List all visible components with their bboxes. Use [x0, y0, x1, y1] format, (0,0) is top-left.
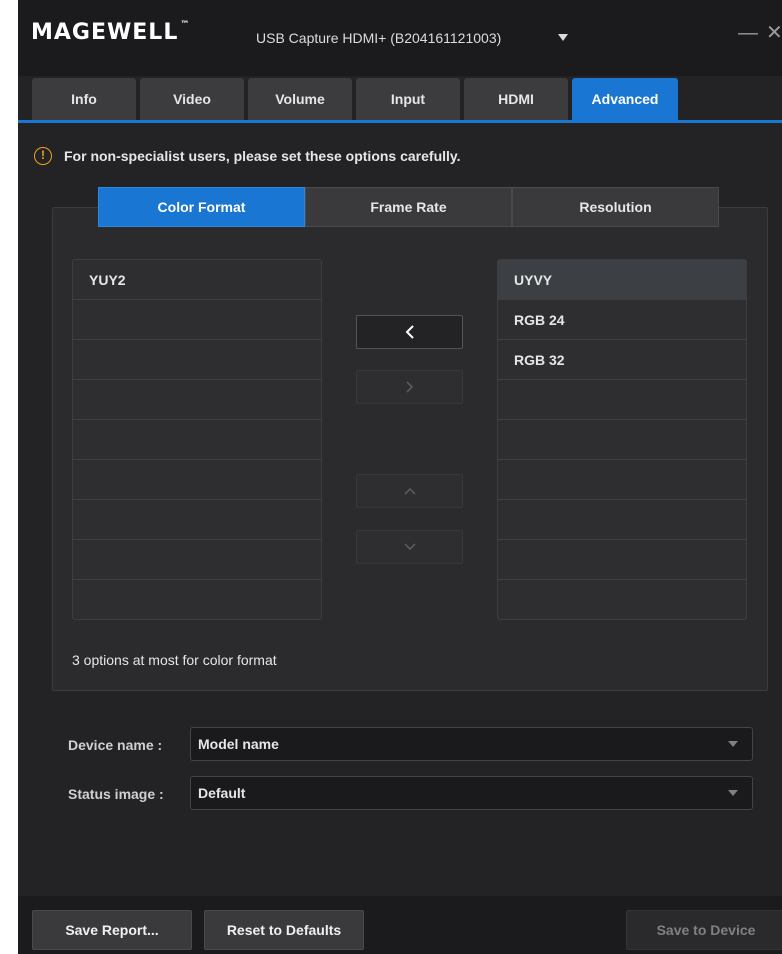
tab-info[interactable]: Info: [32, 78, 136, 120]
device-name-label: Device name :: [68, 737, 163, 753]
save-to-device-button[interactable]: Save to Device: [626, 910, 782, 950]
list-item[interactable]: [498, 420, 746, 460]
option-subtabs: Color Format Frame Rate Resolution: [98, 187, 719, 227]
available-formats-list: YUY2: [72, 259, 322, 620]
close-icon[interactable]: ✕: [766, 20, 782, 45]
list-item[interactable]: RGB 24: [498, 300, 746, 340]
device-selector-label[interactable]: USB Capture HDMI+ (B204161121003): [256, 30, 501, 46]
move-down-button[interactable]: [356, 530, 463, 564]
subtab-frame-rate[interactable]: Frame Rate: [305, 187, 512, 227]
device-name-value: Model name: [198, 736, 279, 752]
list-item[interactable]: [73, 420, 321, 460]
list-item[interactable]: RGB 32: [498, 340, 746, 380]
list-item[interactable]: YUY2: [73, 260, 321, 300]
tab-hdmi[interactable]: HDMI: [464, 78, 568, 120]
reset-defaults-button[interactable]: Reset to Defaults: [204, 910, 364, 950]
list-item[interactable]: [73, 500, 321, 540]
chevron-down-icon: [728, 790, 738, 796]
list-item[interactable]: [73, 340, 321, 380]
minimize-icon[interactable]: —: [738, 22, 758, 45]
move-up-button[interactable]: [356, 474, 463, 508]
list-item[interactable]: [498, 460, 746, 500]
list-item[interactable]: [73, 380, 321, 420]
chevron-right-icon: [405, 381, 413, 393]
subtab-color-format[interactable]: Color Format: [98, 187, 305, 227]
selected-formats-list: UYVY RGB 24 RGB 32: [497, 259, 747, 620]
list-item[interactable]: [498, 580, 746, 619]
status-image-label: Status image :: [68, 786, 164, 802]
format-limit-hint: 3 options at most for color format: [72, 652, 277, 668]
list-item[interactable]: [498, 500, 746, 540]
warning-icon: !: [34, 147, 52, 165]
save-report-button[interactable]: Save Report...: [32, 910, 192, 950]
warning-text: For non-specialist users, please set the…: [64, 148, 461, 164]
tab-volume[interactable]: Volume: [248, 78, 352, 120]
list-item[interactable]: [73, 300, 321, 340]
tab-underline: [18, 120, 782, 123]
list-item[interactable]: [498, 380, 746, 420]
subtab-resolution[interactable]: Resolution: [512, 187, 719, 227]
list-item[interactable]: [498, 540, 746, 580]
tab-video[interactable]: Video: [140, 78, 244, 120]
chevron-up-icon: [403, 487, 416, 495]
tab-input[interactable]: Input: [356, 78, 460, 120]
list-item[interactable]: [73, 540, 321, 580]
title-bar: MAGEWELL ™ USB Capture HDMI+ (B2041611210…: [18, 0, 782, 76]
move-right-button[interactable]: [356, 370, 463, 404]
chevron-left-icon: [405, 325, 414, 339]
chevron-down-icon: [403, 543, 416, 551]
list-item[interactable]: UYVY: [498, 260, 746, 300]
device-dropdown-icon[interactable]: [558, 34, 568, 41]
chevron-down-icon: [728, 741, 738, 747]
move-left-button[interactable]: [356, 315, 463, 349]
device-name-select[interactable]: Model name: [190, 727, 753, 761]
list-item[interactable]: [73, 460, 321, 500]
list-item[interactable]: [73, 580, 321, 619]
status-image-value: Default: [198, 785, 246, 801]
app-window: MAGEWELL ™ USB Capture HDMI+ (B2041611210…: [18, 0, 782, 954]
magewell-logo: MAGEWELL ™: [31, 20, 190, 45]
tab-advanced[interactable]: Advanced: [572, 78, 678, 120]
status-image-select[interactable]: Default: [190, 776, 753, 810]
